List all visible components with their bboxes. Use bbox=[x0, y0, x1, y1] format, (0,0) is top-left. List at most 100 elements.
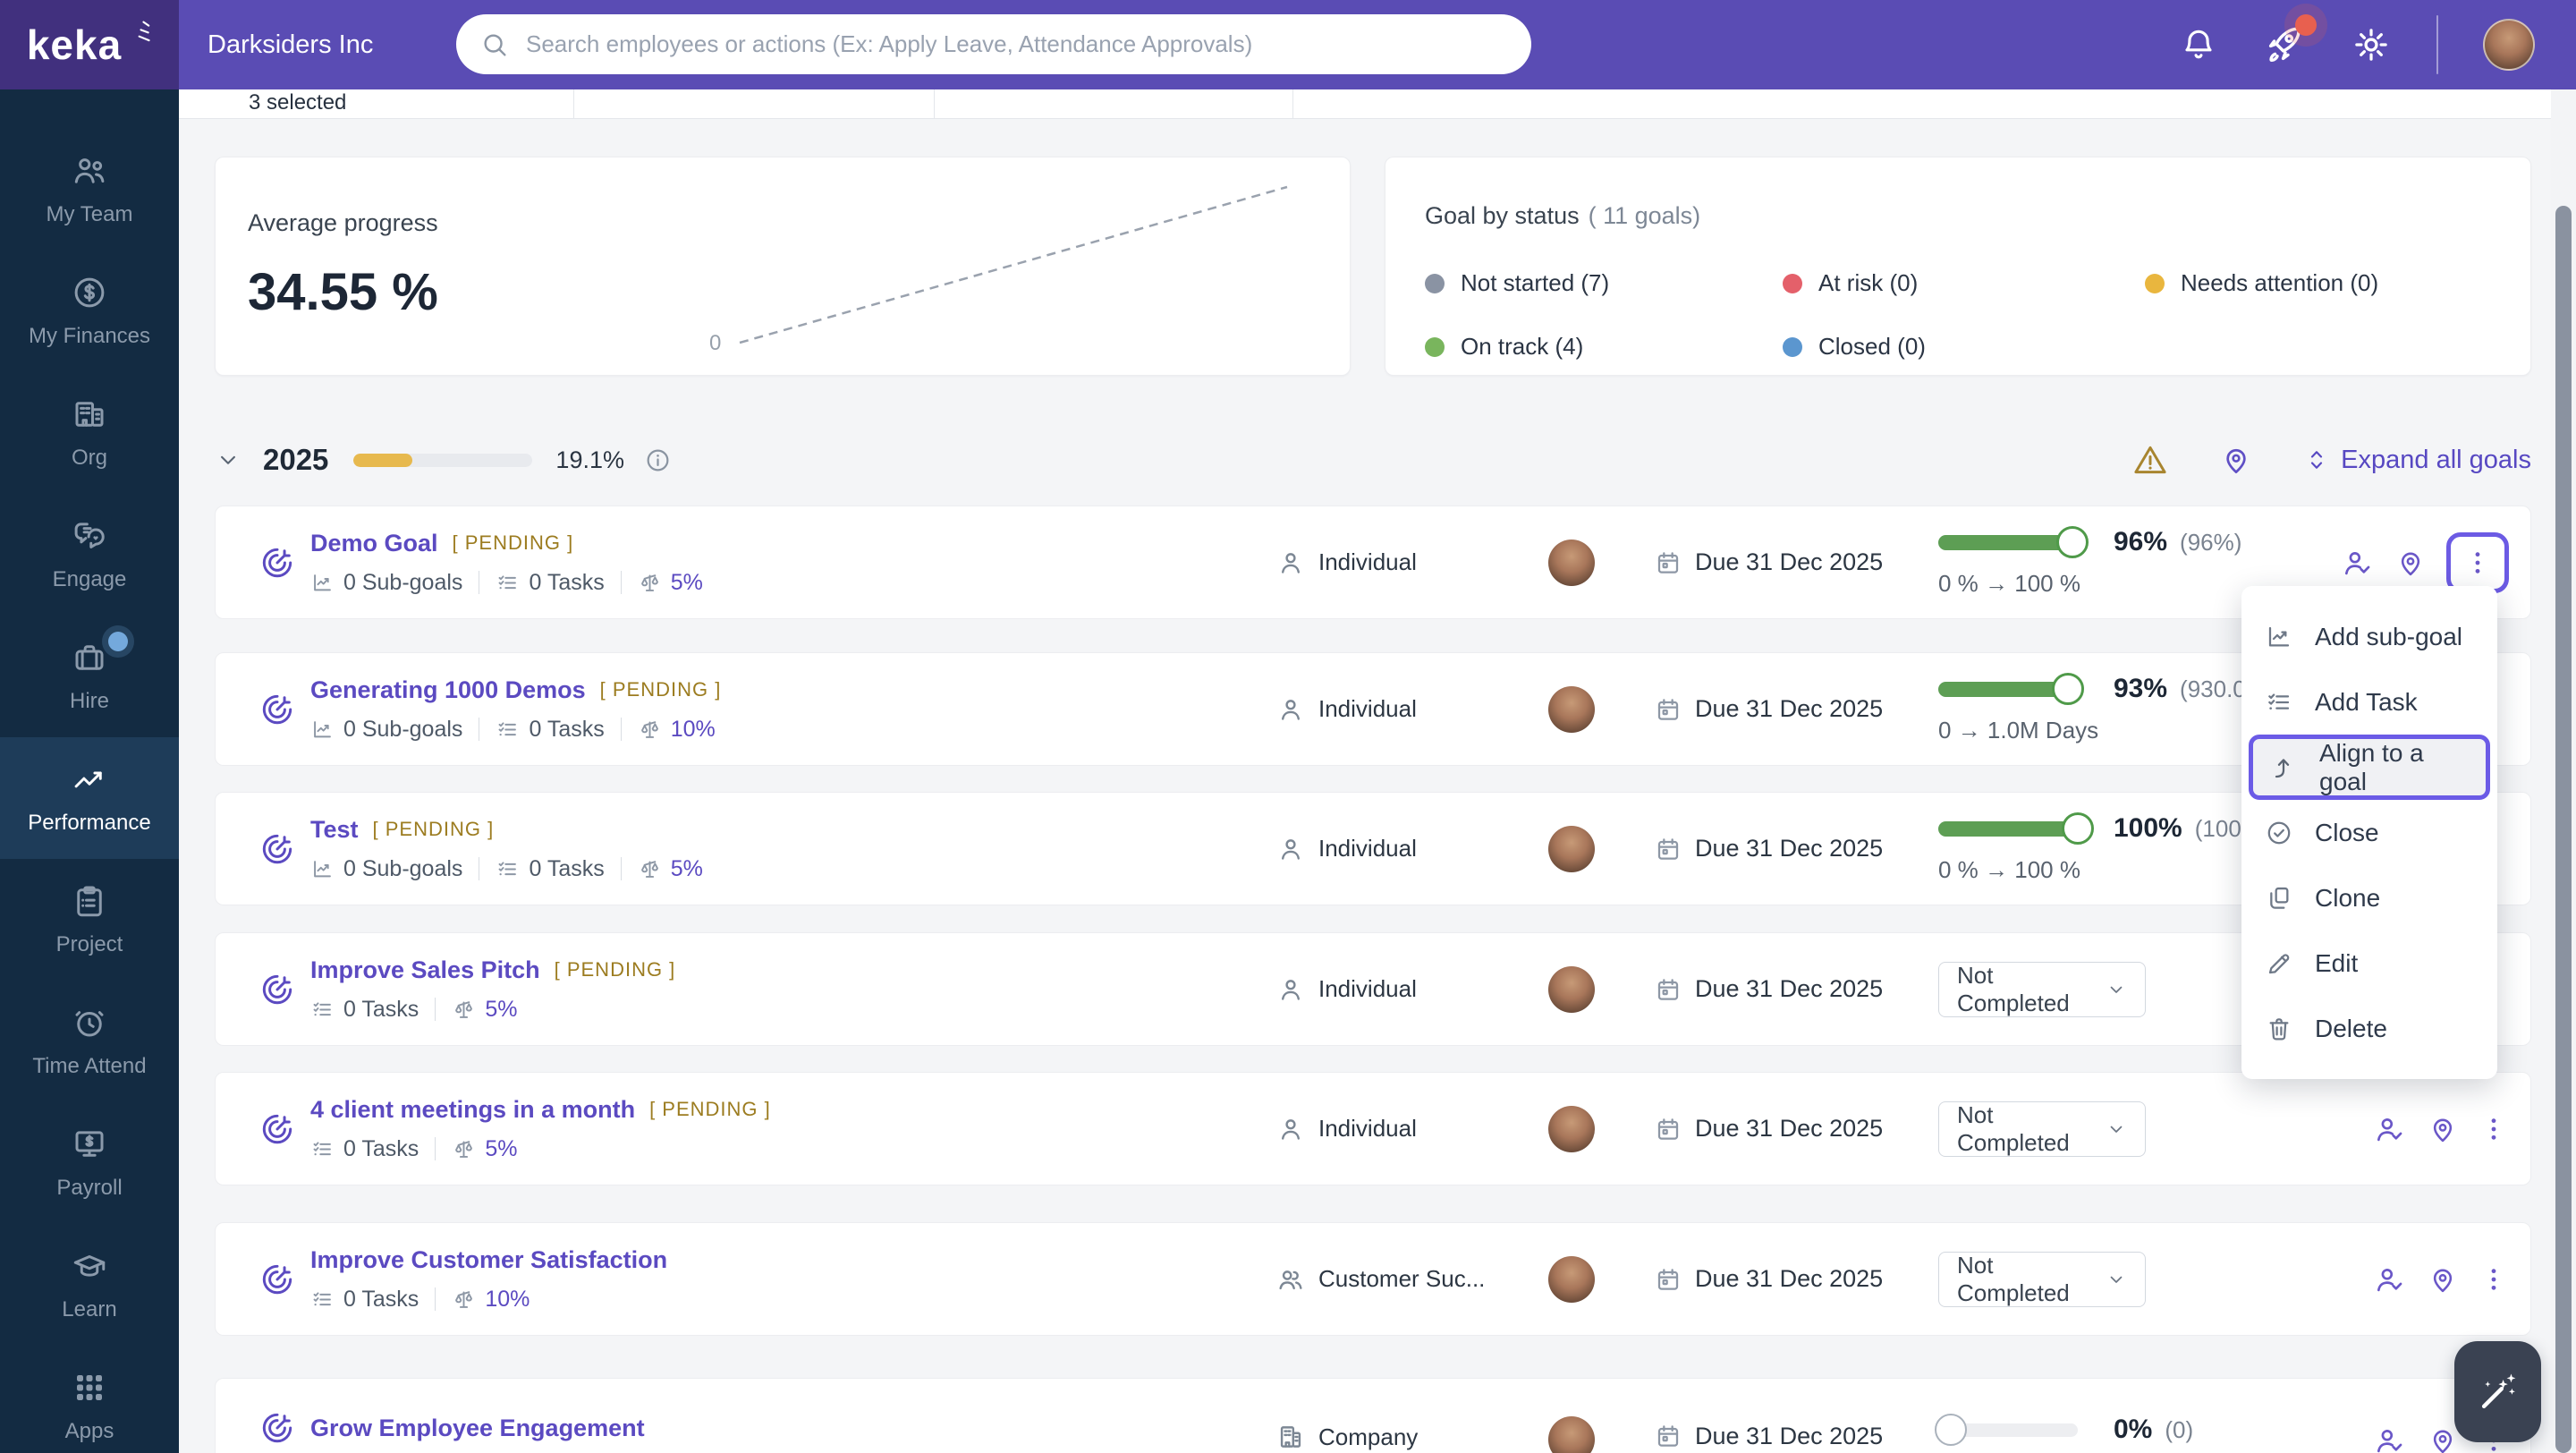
goal-title[interactable]: Improve Customer Satisfaction bbox=[310, 1246, 667, 1274]
pin-icon[interactable] bbox=[2427, 1424, 2459, 1453]
goal-pending-badge: [ PENDING ] bbox=[372, 818, 495, 840]
scrollbar-thumb[interactable] bbox=[2555, 206, 2572, 1453]
pin-icon[interactable] bbox=[2394, 547, 2427, 579]
individual-icon bbox=[1275, 694, 1306, 725]
tasks-icon bbox=[496, 857, 520, 881]
goal-status-dropdown[interactable]: Not Completed bbox=[1938, 1100, 2146, 1157]
sidebar-item-learn[interactable]: Learn bbox=[0, 1224, 179, 1346]
settings-gear-icon[interactable] bbox=[2351, 24, 2392, 65]
sidebar-item-payroll[interactable]: Payroll bbox=[0, 1102, 179, 1224]
sidebar-item-time-attend[interactable]: Time Attend bbox=[0, 981, 179, 1102]
three-dots-icon[interactable] bbox=[2479, 1114, 2509, 1144]
profile-avatar[interactable] bbox=[2483, 19, 2535, 71]
goal-context-menu: Add sub-goal Add Task Align to a goal Cl… bbox=[2241, 586, 2497, 1079]
three-dots-icon[interactable] bbox=[2479, 1264, 2509, 1295]
assign-user-icon[interactable] bbox=[2341, 546, 2375, 580]
owner-avatar[interactable] bbox=[1548, 685, 1595, 733]
map-pin-icon[interactable] bbox=[2219, 443, 2253, 477]
goal-type: Company bbox=[1275, 1422, 1548, 1452]
owner-avatar[interactable] bbox=[1548, 1416, 1595, 1453]
clone-icon bbox=[2265, 884, 2293, 913]
progress-knob[interactable] bbox=[2052, 672, 2085, 705]
calendar-icon bbox=[1654, 835, 1682, 863]
sidebar-item-performance[interactable]: Performance bbox=[0, 737, 179, 859]
year-progress-percent: 19.1% bbox=[555, 446, 624, 473]
assign-user-icon[interactable] bbox=[2373, 1112, 2407, 1146]
sidebar-item-hire[interactable]: Hire bbox=[0, 616, 179, 737]
goal-title[interactable]: Test bbox=[310, 816, 359, 844]
goal-title[interactable]: Improve Sales Pitch bbox=[310, 956, 540, 984]
assign-user-icon[interactable] bbox=[2373, 1423, 2407, 1453]
sidebar-item-my-team[interactable]: My Team bbox=[0, 129, 179, 251]
goal-type: Individual bbox=[1275, 834, 1548, 864]
expand-icon bbox=[2303, 446, 2330, 473]
notifications-bell-icon[interactable] bbox=[2179, 25, 2218, 64]
menu-item-add-task[interactable]: Add Task bbox=[2241, 669, 2497, 735]
progress-knob[interactable] bbox=[2062, 811, 2094, 845]
info-icon[interactable] bbox=[644, 446, 672, 474]
search-input[interactable] bbox=[526, 30, 1508, 58]
subgoals-count: 0 Sub-goals bbox=[310, 856, 462, 882]
team-icon bbox=[1275, 1264, 1306, 1295]
owner-avatar[interactable] bbox=[1548, 825, 1595, 872]
goal-by-status-card: Goal by status ( 11 goals) Not started (… bbox=[1385, 157, 2531, 376]
goal-title[interactable]: Demo Goal bbox=[310, 530, 438, 557]
goal-pending-badge: [ PENDING ] bbox=[554, 958, 676, 981]
menu-item-align-to-a-goal[interactable]: Align to a goal bbox=[2249, 735, 2490, 800]
sidebar-item-engage[interactable]: Engage bbox=[0, 494, 179, 616]
pin-icon[interactable] bbox=[2427, 1113, 2459, 1145]
owner-avatar[interactable] bbox=[1548, 539, 1595, 586]
my-finances-icon bbox=[71, 274, 108, 311]
goal-title[interactable]: 4 client meetings in a month bbox=[310, 1096, 635, 1124]
goal-title[interactable]: Generating 1000 Demos bbox=[310, 676, 586, 704]
goal-type: Individual bbox=[1275, 1114, 1548, 1144]
sidebar-nav: My Team My Finances Org Engage Hire Perf… bbox=[0, 89, 179, 1453]
sidebar-item-apps[interactable]: Apps bbox=[0, 1346, 179, 1453]
keka-logo-text: keka bbox=[26, 21, 123, 68]
payroll-icon bbox=[71, 1126, 108, 1163]
goal-target-icon bbox=[258, 971, 296, 1008]
menu-item-clone[interactable]: Clone bbox=[2241, 865, 2497, 930]
goal-status-dropdown[interactable]: Not Completed bbox=[1938, 1251, 2146, 1307]
goal-title[interactable]: Grow Employee Engagement bbox=[310, 1415, 645, 1442]
progress-percent: 93% bbox=[2114, 674, 2168, 703]
global-search[interactable] bbox=[456, 14, 1531, 74]
owner-avatar[interactable] bbox=[1548, 965, 1595, 1013]
expand-all-goals-button[interactable]: Expand all goals bbox=[2303, 446, 2531, 475]
owner-avatar[interactable] bbox=[1548, 1255, 1595, 1303]
menu-item-delete[interactable]: Delete bbox=[2241, 996, 2497, 1061]
owner-avatar[interactable] bbox=[1548, 1105, 1595, 1152]
sidebar-item-org[interactable]: Org bbox=[0, 372, 179, 494]
ai-assistant-fab[interactable] bbox=[2454, 1341, 2541, 1442]
goal-type: Individual bbox=[1275, 974, 1548, 1005]
chevron-down-icon bbox=[2106, 1269, 2127, 1290]
whats-new-rocket[interactable] bbox=[2263, 14, 2317, 66]
warning-icon[interactable] bbox=[2131, 441, 2169, 479]
tasks-icon bbox=[310, 1137, 335, 1161]
assign-user-icon[interactable] bbox=[2373, 1262, 2407, 1296]
menu-item-edit[interactable]: Edit bbox=[2241, 930, 2497, 996]
progress-knob[interactable] bbox=[2055, 525, 2089, 558]
goal-status-dropdown[interactable]: Not Completed bbox=[1938, 961, 2146, 1017]
collapse-chevron-icon[interactable] bbox=[215, 446, 242, 473]
goal-weight: 5% bbox=[638, 856, 703, 882]
goal-target-icon bbox=[258, 830, 296, 868]
row-menu-button-active[interactable] bbox=[2446, 531, 2509, 593]
search-icon bbox=[479, 30, 510, 60]
slider-knob[interactable] bbox=[1935, 1413, 1967, 1446]
goal-target-icon bbox=[258, 1261, 296, 1298]
scrollbar-track[interactable] bbox=[2551, 89, 2576, 1453]
goal-progress-slider[interactable] bbox=[1935, 1413, 2078, 1446]
menu-item-close[interactable]: Close bbox=[2241, 800, 2497, 865]
calendar-icon bbox=[1654, 1265, 1682, 1294]
sidebar-item-project[interactable]: Project bbox=[0, 859, 179, 981]
menu-item-add-sub-goal[interactable]: Add sub-goal bbox=[2241, 604, 2497, 669]
keka-logo[interactable]: keka bbox=[0, 0, 179, 89]
sidebar-item-my-finances[interactable]: My Finances bbox=[0, 251, 179, 372]
goal-row: Test [ PENDING ] 0 Sub-goals 0 Tasks 5% … bbox=[215, 792, 2531, 905]
calendar-icon bbox=[1654, 1115, 1682, 1143]
status-dot bbox=[1425, 336, 1445, 357]
pin-icon[interactable] bbox=[2427, 1263, 2459, 1296]
legend-needs-attention: Needs attention (0) bbox=[2145, 269, 2530, 297]
due-date: Due 31 Dec 2025 bbox=[1654, 975, 1931, 1004]
